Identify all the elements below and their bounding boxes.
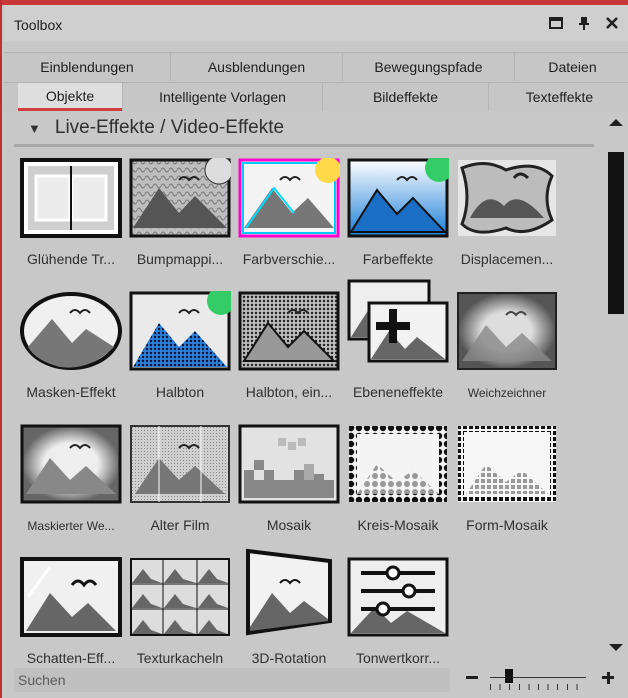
effect-item[interactable]: Texturkacheln [125,557,235,682]
shadow-effect-icon [20,557,122,637]
effect-label: Halbton, ein... [245,384,333,400]
effect-label: Tonwertkorr... [355,650,441,666]
tab-bewegungspfade[interactable]: Bewegungspfade [342,53,514,81]
effect-label: Form-Mosaik [466,517,548,533]
color-shift-icon [238,157,341,238]
toolbox-panel: Toolbox Einblendungen Ausblendungen Bewe… [0,0,628,698]
effect-label: Halbton [155,384,205,400]
section-header[interactable]: ▼ Live-Effekte / Video-Effekte [14,112,594,144]
effect-item[interactable]: Mosaik [234,424,344,549]
window-title: Toolbox [14,17,63,33]
tab-bildeffekte[interactable]: Bildeffekte [322,83,488,111]
effect-item[interactable]: Masken-Effekt [16,291,126,416]
section-title: Live-Effekte / Video-Effekte [54,117,285,138]
effect-item[interactable]: Farbeffekte [343,154,453,283]
effect-item[interactable]: Ebeneneffekte [343,279,453,416]
effect-item[interactable]: Kreis-Mosaik [343,424,453,549]
tab-objekte[interactable]: Objekte [18,83,122,111]
vertical-scrollbar[interactable] [606,112,626,660]
effect-item[interactable]: Displacemen... [452,158,562,283]
effect-label: Mosaik [266,517,312,533]
effect-label: Texturkacheln [136,650,224,666]
halftone-icon [129,287,235,371]
effect-label: Alter Film [150,517,210,533]
halftone-mono-icon [238,291,340,371]
tab-row-1: Einblendungen Ausblendungen Bewegungspfa… [4,52,628,81]
search-input[interactable]: Suchen [14,668,450,692]
tab-einblendungen[interactable]: Einblendungen [4,53,170,81]
effect-label: Masken-Effekt [26,384,116,400]
zoom-handle[interactable] [505,669,514,683]
effect-item[interactable]: Bumpmappi... [125,155,235,283]
3d-rotation-icon [238,548,340,637]
effect-label: Farbeffekte [362,251,434,267]
tab-row-2: Objekte Intelligente Vorlagen Bildeffekt… [4,82,628,111]
effect-item[interactable]: Glühende Tr... [16,158,126,283]
close-icon[interactable] [604,15,620,31]
layer-effects-icon [347,279,449,371]
blur-icon [456,291,558,371]
tab-intelligente-vorlagen[interactable]: Intelligente Vorlagen [122,83,322,111]
maximize-icon[interactable] [548,15,564,31]
section-divider [14,144,594,147]
effect-item[interactable]: Maskierter We... [16,424,126,549]
collapse-triangle-icon[interactable]: ▼ [28,121,41,136]
effect-label: Schatten-Eff... [26,650,116,666]
effect-label: Kreis-Mosaik [357,517,439,533]
texture-tiles-icon [129,557,231,637]
effect-item[interactable]: Halbton, ein... [234,291,344,416]
effect-label: 3D-Rotation [251,650,327,666]
effect-label: Farbverschie... [242,251,336,267]
title-bar[interactable]: Toolbox [4,5,628,41]
zoom-ticks [490,684,586,690]
effect-label: Glühende Tr... [27,251,115,267]
scroll-up-icon[interactable] [609,119,623,126]
effect-item[interactable]: Schatten-Eff... [16,557,126,682]
scroll-down-icon[interactable] [609,644,623,651]
pin-icon[interactable] [576,15,592,31]
old-film-icon [129,424,231,504]
effect-item[interactable]: Form-Mosaik [452,424,562,549]
scroll-thumb[interactable] [608,152,624,314]
shape-mosaic-icon [456,424,558,504]
bumpmapping-icon [129,155,234,238]
mosaic-icon [238,424,340,504]
effect-item[interactable]: Farbverschie... [234,157,344,283]
tab-dateien[interactable]: Dateien [514,53,628,81]
glow-transition-icon [20,158,122,238]
tab-texteffekte[interactable]: Texteffekte [488,83,628,111]
effect-label: Bumpmappi... [136,251,224,267]
effect-item[interactable]: Halbton [125,287,235,416]
masked-blur-icon [20,424,122,504]
effect-item[interactable]: 3D-Rotation [234,548,344,682]
effect-item[interactable]: Tonwertkorr... [343,557,453,682]
zoom-out-icon[interactable] [466,676,478,679]
effect-item[interactable]: Weichzeichner [452,291,562,416]
effect-label: Displacemen... [460,251,554,267]
zoom-slider[interactable] [462,664,622,694]
effect-item[interactable]: Alter Film [125,424,235,549]
mask-effect-icon [20,291,122,371]
effect-label: Ebeneneffekte [352,384,444,400]
circle-mosaic-icon [347,424,449,504]
tab-ausblendungen[interactable]: Ausblendungen [170,53,342,81]
tone-correction-icon [347,557,449,637]
effect-label: Maskierter We... [27,519,115,533]
displacement-icon [456,158,558,238]
zoom-in-icon-vertical [606,671,610,684]
color-effects-icon [347,154,453,238]
effect-label: Weichzeichner [467,386,547,400]
